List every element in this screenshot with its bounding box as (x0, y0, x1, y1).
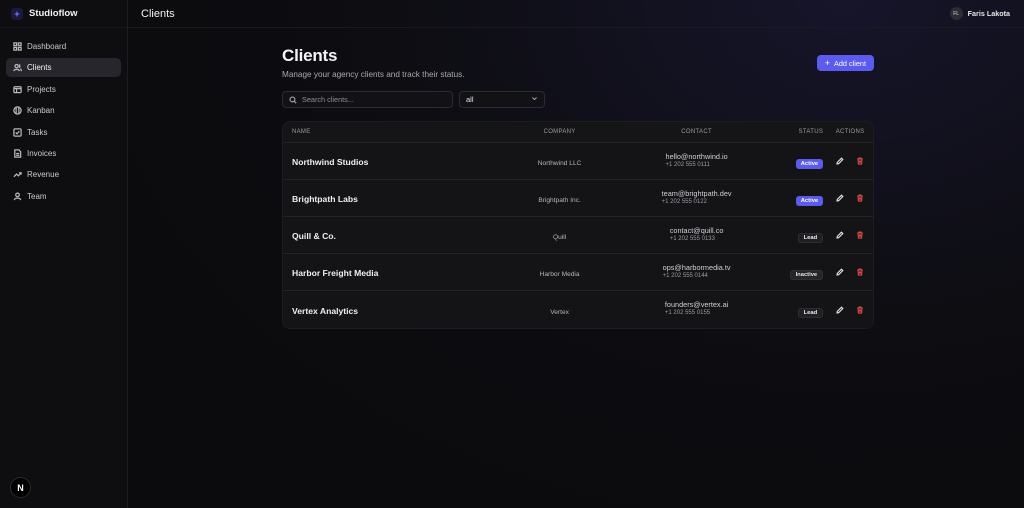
status-badge: Inactive (789, 270, 824, 280)
status-badge: Active (795, 159, 824, 169)
chevron-down-icon (531, 95, 538, 104)
sidebar-nav: Dashboard Clients Projects Kanban Tasks … (0, 28, 127, 206)
sidebar-item-invoices[interactable]: Invoices (6, 144, 121, 163)
topbar-title: Clients (141, 7, 175, 20)
status-badge: Lead (797, 307, 824, 318)
sidebar-item-label: Revenue (27, 170, 60, 180)
client-phone: +1 202 555 0111 (665, 161, 710, 168)
client-email: contact@quill.co (669, 225, 724, 235)
client-company: Harbor Media (539, 271, 580, 278)
status-filter-select[interactable]: all (459, 91, 545, 108)
client-email: hello@northwind.io (665, 151, 728, 161)
trash-icon[interactable] (855, 193, 865, 203)
columns-icon (12, 106, 22, 116)
sidebar-item-tasks[interactable]: Tasks (6, 123, 121, 142)
page-title: Clients (282, 46, 338, 65)
client-company: Northwind LLC (537, 160, 582, 167)
client-phone: +1 202 555 0155 (664, 310, 711, 316)
pencil-icon[interactable] (835, 230, 845, 240)
user-name: Faris Lakota (967, 9, 1010, 18)
search-icon (289, 91, 302, 109)
filters: all (282, 91, 874, 108)
sidebar-item-label: Clients (27, 63, 52, 73)
trash-icon[interactable] (855, 230, 865, 240)
sidebar-item-label: Kanban (27, 106, 55, 116)
status-badge: Lead (797, 233, 824, 243)
client-phone: +1 202 555 0122 (661, 198, 707, 205)
folder-icon (12, 84, 22, 94)
page-subtitle: Manage your agency clients and track the… (282, 70, 465, 79)
table-header: NAME COMPANY CONTACT STATUS ACTIONS (283, 122, 873, 143)
file-icon (12, 148, 22, 158)
avatar: FL (949, 7, 963, 20)
header-company: COMPANY (543, 129, 576, 135)
client-company: Quill (552, 234, 567, 241)
topbar: Clients FL Faris Lakota (128, 0, 1024, 28)
clients-content: Clients Manage your agency clients and t… (282, 46, 874, 329)
plus-icon: + (824, 57, 830, 68)
client-email: founders@vertex.ai (664, 300, 729, 309)
sidebar: Studioflow Dashboard Clients Projects Ka… (0, 0, 128, 508)
pencil-icon[interactable] (835, 193, 845, 203)
client-name: Northwind Studios (292, 157, 369, 167)
header-name: NAME (292, 129, 311, 135)
header-status: STATUS (798, 129, 824, 135)
search-box[interactable] (282, 91, 453, 108)
brand[interactable]: Studioflow (0, 0, 127, 28)
client-name: Harbor Freight Media (292, 268, 379, 278)
trash-icon[interactable] (855, 267, 865, 277)
app-root: Studioflow Dashboard Clients Projects Ka… (0, 0, 1024, 508)
clients-table: NAME COMPANY CONTACT STATUS ACTIONS Nort… (282, 121, 874, 329)
sidebar-item-label: Tasks (27, 127, 48, 137)
client-company: Vertex (550, 308, 569, 316)
sidebar-item-clients[interactable]: Clients (6, 58, 121, 78)
sparkle-icon (11, 7, 23, 20)
client-phone: +1 202 555 0144 (662, 272, 708, 279)
sidebar-item-label: Dashboard (27, 42, 67, 51)
trash-icon[interactable] (855, 156, 865, 166)
sidebar-item-team[interactable]: Team (6, 187, 121, 206)
pencil-icon[interactable] (835, 305, 845, 315)
pencil-icon[interactable] (835, 156, 845, 166)
status-filter-value: all (466, 95, 474, 104)
users-icon (12, 63, 22, 73)
trash-icon[interactable] (855, 305, 865, 315)
sidebar-item-label: Invoices (27, 148, 57, 158)
sidebar-item-projects[interactable]: Projects (6, 80, 121, 99)
grid-icon (12, 42, 22, 52)
client-name: Quill & Co. (292, 231, 336, 241)
sidebar-item-label: Projects (27, 84, 56, 94)
main-area: Clients FL Faris Lakota Clients Manage y… (128, 0, 1024, 508)
sidebar-item-revenue[interactable]: Revenue (6, 165, 121, 184)
sidebar-item-label: Team (27, 191, 47, 201)
search-input[interactable] (302, 95, 442, 104)
user-icon (12, 191, 22, 201)
page-header: Clients Manage your agency clients and t… (282, 46, 874, 79)
status-badge: Active (795, 196, 824, 206)
client-email: ops@harbormedia.tv (662, 262, 731, 272)
framework-badge[interactable]: N (10, 477, 31, 498)
client-name: Brightpath Labs (292, 194, 358, 204)
sidebar-item-kanban[interactable]: Kanban (6, 101, 121, 120)
header-actions: ACTIONS (835, 129, 865, 135)
table-row: Brightpath Labs Brightpath Inc. team@bri… (283, 180, 873, 217)
client-phone: +1 202 555 0133 (669, 235, 715, 242)
client-company: Brightpath Inc. (538, 197, 581, 204)
trend-icon (12, 170, 22, 180)
checkbox-icon (12, 127, 22, 137)
table-row: Quill & Co. Quill contact@quill.co +1 20… (283, 217, 873, 254)
table-row: Harbor Freight Media Harbor Media ops@ha… (283, 254, 873, 291)
user-menu[interactable]: FL Faris Lakota (949, 7, 1010, 20)
table-row: Vertex Analytics Vertex founders@vertex.… (283, 291, 873, 328)
client-email: team@brightpath.dev (661, 188, 732, 198)
table-row: Northwind Studios Northwind LLC hello@no… (283, 143, 873, 180)
add-client-button[interactable]: + Add client (816, 55, 874, 71)
sidebar-item-dashboard[interactable]: Dashboard (6, 37, 121, 56)
pencil-icon[interactable] (835, 267, 845, 277)
add-client-label: Add client (833, 58, 866, 68)
client-name: Vertex Analytics (292, 305, 359, 316)
brand-name: Studioflow (29, 8, 78, 19)
header-contact: CONTACT (681, 129, 712, 135)
